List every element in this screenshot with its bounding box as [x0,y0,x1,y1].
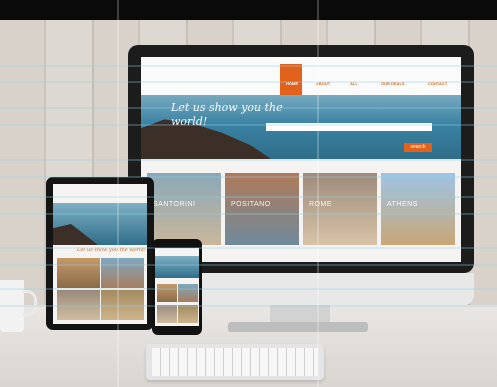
tablet-screen: Let us show you the world! [53,184,147,324]
nav-item-home: HOME [286,81,298,86]
phone-photo [157,284,177,302]
search-input [266,123,432,131]
tablet-caption: Let us show you the world! [77,247,146,253]
destination-gallery: SANTORINI POSITANO ROME ATHENS [147,173,457,245]
phone-photo [178,305,198,323]
tile-label: ATHENS [387,201,418,208]
tablet-photo [57,258,100,288]
phone-photo [157,305,177,323]
photo-scene: HOME ABOUT ALL OUR DEALS CONTACT Let us … [0,0,497,387]
monitor-stand-base [228,322,368,332]
phone-photo [178,284,198,302]
mug-handle [22,290,37,316]
monitor-screen: HOME ABOUT ALL OUR DEALS CONTACT Let us … [141,57,461,262]
nav-active-indicator [280,64,302,95]
tile-label: POSITANO [231,201,271,208]
phone-screen [155,248,199,326]
tablet-photo [101,290,144,320]
tile-positano: POSITANO [225,173,299,245]
nav-item-about: ABOUT [316,81,331,86]
coffee-mug [0,280,24,332]
tile-athens: ATHENS [381,173,455,245]
tablet-photo [101,258,144,288]
tile-rome: ROME [303,173,377,245]
tablet-photo [57,290,100,320]
tile-santorini: SANTORINI [147,173,221,245]
nav-item-contact: CONTACT [428,81,448,86]
keyboard-keys [152,348,318,376]
nav-item-deals: OUR DEALS [381,81,405,86]
tile-label: SANTORINI [153,201,196,208]
search-button: search [404,143,432,152]
site-nav: HOME ABOUT ALL OUR DEALS CONTACT [141,57,461,95]
tile-label: ROME [309,201,332,208]
nav-item-all: ALL [350,81,358,86]
phone-hero [155,256,199,278]
top-black-bar [0,0,497,20]
